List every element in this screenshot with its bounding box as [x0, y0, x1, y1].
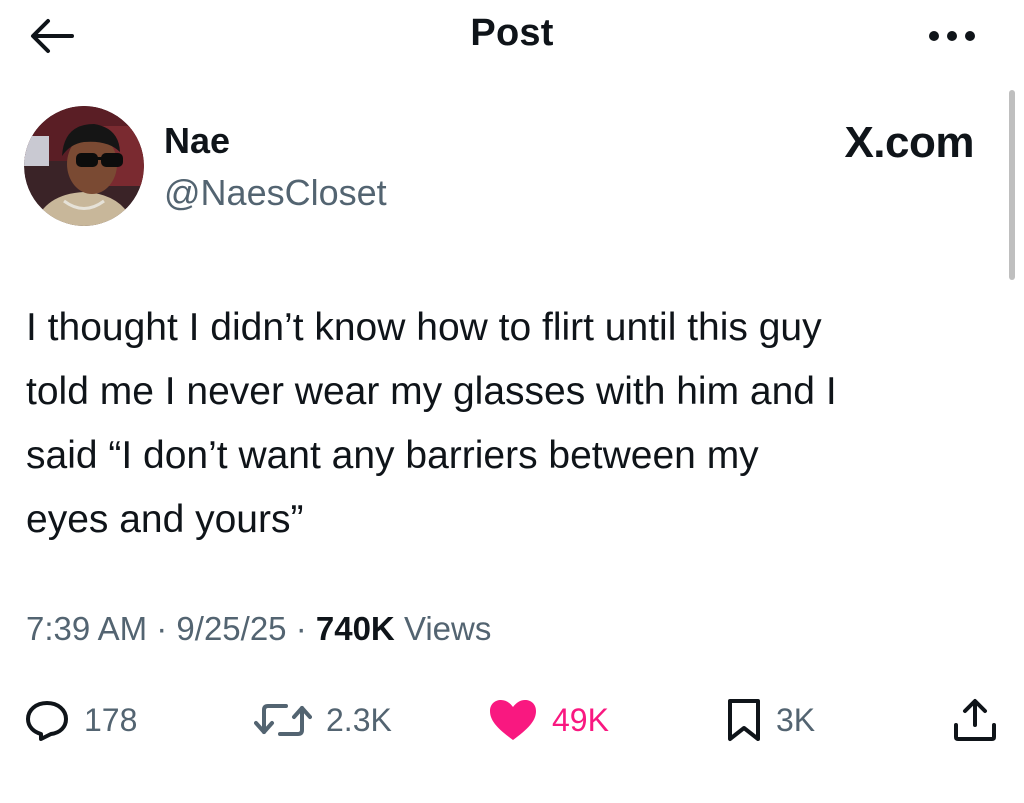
author-display-name[interactable]: Nae — [164, 120, 230, 162]
bookmark-count: 3K — [776, 701, 816, 738]
post-time[interactable]: 7:39 AM — [26, 610, 147, 647]
reply-icon — [26, 701, 68, 741]
repost-count: 2.3K — [326, 701, 392, 738]
repost-button[interactable]: 2.3K — [254, 690, 392, 750]
like-button[interactable]: 49K — [488, 690, 609, 750]
scrollbar[interactable] — [1009, 90, 1015, 280]
post-date[interactable]: 9/25/25 — [176, 610, 286, 647]
action-bar: 178 2.3K 49K 3K — [0, 690, 1024, 750]
profile-photo — [24, 106, 144, 226]
views-count[interactable]: 740K — [316, 610, 395, 647]
avatar[interactable] — [24, 106, 144, 226]
repost-icon — [254, 704, 312, 736]
more-button[interactable] — [928, 24, 976, 48]
reply-count: 178 — [84, 701, 138, 738]
more-horizontal-icon — [929, 31, 975, 41]
bookmark-button[interactable]: 3K — [726, 690, 815, 750]
bookmark-icon — [728, 699, 760, 741]
meta-separator: · — [156, 610, 168, 647]
share-icon — [954, 699, 996, 741]
page-title: Post — [470, 12, 554, 54]
post-text: I thought I didn’t know how to flirt unt… — [26, 306, 837, 541]
reply-button[interactable]: 178 — [24, 690, 137, 750]
views-label: Views — [403, 610, 492, 647]
post-meta: 7:39 AM · 9/25/25 · 740K Views — [26, 610, 491, 648]
meta-separator: · — [295, 610, 307, 647]
author-handle[interactable]: @NaesCloset — [164, 172, 387, 214]
share-button[interactable] — [952, 690, 998, 750]
top-bar: Post — [0, 0, 1024, 70]
heart-filled-icon — [490, 700, 536, 740]
x-watermark: X.com — [844, 118, 974, 167]
like-count: 49K — [552, 701, 609, 738]
